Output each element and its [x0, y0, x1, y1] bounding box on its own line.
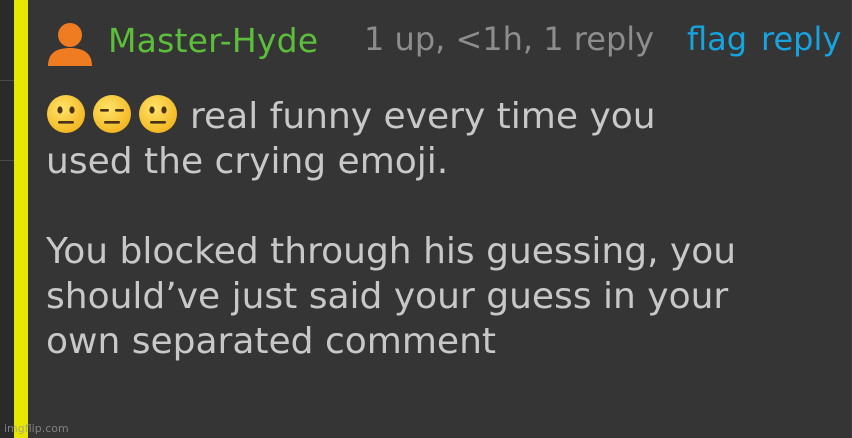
paragraph-break	[46, 184, 836, 229]
flag-link[interactable]: flag	[687, 20, 747, 58]
comment-header: Master-Hyde 1 up, <1h, 1 reply flag repl…	[42, 14, 842, 70]
username-link[interactable]: Master-Hyde	[108, 21, 318, 60]
new-comment-highlight-bar	[14, 0, 28, 438]
comment: Master-Hyde 1 up, <1h, 1 reply flag repl…	[28, 0, 852, 438]
left-gutter	[0, 0, 14, 438]
avatar-icon[interactable]	[46, 20, 94, 68]
gutter-divider	[0, 80, 14, 81]
emoji-group	[46, 94, 178, 134]
comment-line: real funny every time you	[46, 94, 836, 139]
expressionless-face-icon	[93, 95, 131, 133]
screenshot-frame: Master-Hyde 1 up, <1h, 1 reply flag repl…	[0, 0, 852, 438]
neutral-face-icon	[47, 95, 85, 133]
neutral-face-icon	[139, 95, 177, 133]
comment-line: own separated comment	[46, 321, 496, 362]
comment-line: should’ve just said your guess in your	[46, 276, 729, 317]
comment-line: used the crying emoji.	[46, 141, 449, 182]
watermark: imgflip.com	[4, 422, 69, 435]
comment-line: You blocked through his guessing, you	[46, 231, 737, 272]
comment-body: real funny every time you used the cryin…	[46, 94, 836, 364]
comment-text: real funny every time you	[190, 96, 656, 137]
comment-meta: 1 up, <1h, 1 reply	[364, 20, 655, 58]
gutter-divider	[0, 160, 14, 161]
reply-link[interactable]: reply	[761, 20, 841, 58]
